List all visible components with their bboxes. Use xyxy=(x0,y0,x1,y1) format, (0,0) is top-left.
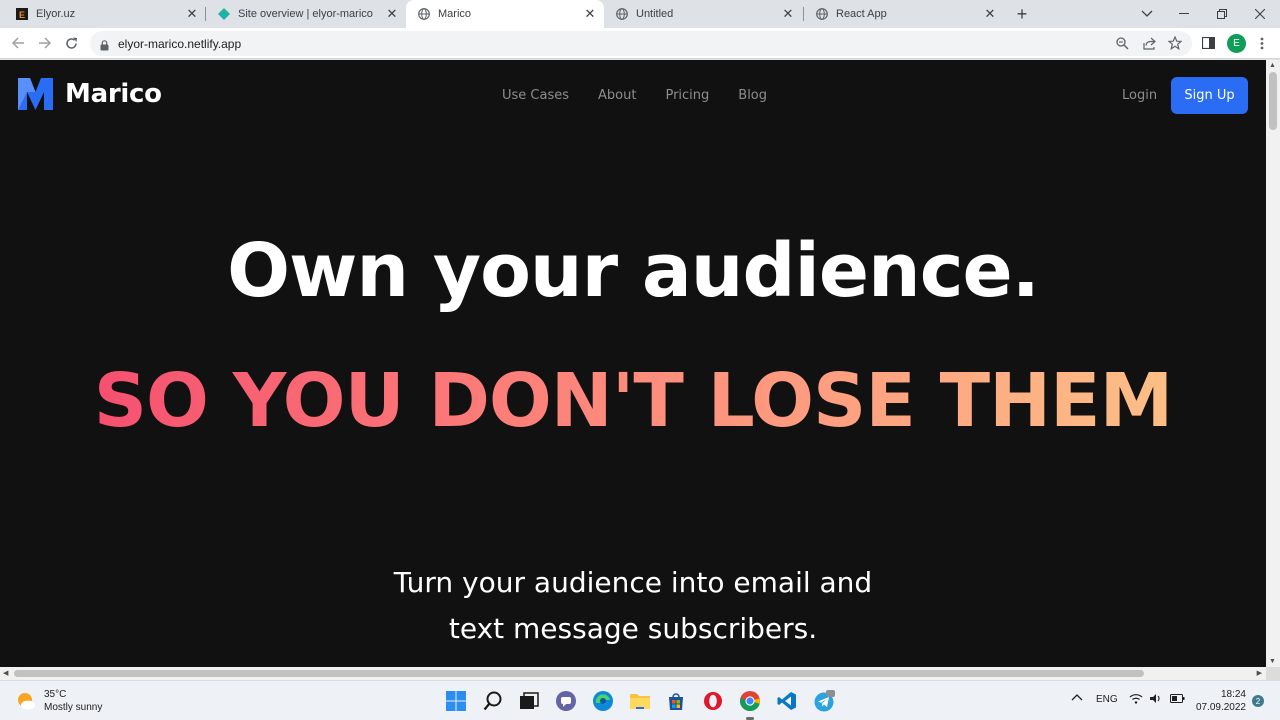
scroll-down-arrow-icon[interactable]: ▼ xyxy=(1269,658,1276,665)
hero-headline: Own your audience. xyxy=(227,228,1040,314)
tab-title: Elyor.uz xyxy=(36,8,76,20)
nav-link-use-cases[interactable]: Use Cases xyxy=(502,88,569,103)
scroll-left-arrow-icon[interactable]: ◀ xyxy=(3,669,8,677)
minimize-icon[interactable] xyxy=(1164,0,1204,28)
nav-link-blog[interactable]: Blog xyxy=(738,88,767,103)
sun-cloud-icon xyxy=(18,693,35,710)
input-language-indicator[interactable]: ENG xyxy=(1096,694,1118,705)
globe-icon xyxy=(418,8,430,20)
close-tab-icon[interactable]: ✕ xyxy=(384,6,400,22)
netlify-diamond-icon xyxy=(218,8,230,20)
show-hidden-icons-chevron-icon[interactable] xyxy=(1071,693,1083,704)
wifi-icon[interactable] xyxy=(1129,693,1143,707)
clock-time: 18:24 xyxy=(1220,689,1246,700)
svg-text:E: E xyxy=(19,10,25,20)
lock-icon[interactable] xyxy=(100,38,109,56)
teams-chat-icon[interactable] xyxy=(554,689,578,713)
zoom-icon[interactable] xyxy=(1113,34,1131,52)
side-panel-icon[interactable] xyxy=(1199,34,1217,52)
address-bar[interactable]: elyor-marico.netlify.app xyxy=(90,31,1192,56)
search-icon[interactable] xyxy=(481,689,505,713)
vertical-scroll-thumb[interactable] xyxy=(1269,72,1277,130)
battery-icon[interactable] xyxy=(1170,694,1185,706)
url-text: elyor-marico.netlify.app xyxy=(118,37,242,51)
hero-subheadline-text: SO YOU DON'T LOSE THEM xyxy=(93,358,1173,444)
scrollbar-corner xyxy=(1266,667,1280,680)
new-tab-button[interactable]: + xyxy=(1012,4,1032,24)
opera-browser-icon[interactable] xyxy=(701,689,725,713)
close-tab-icon[interactable]: ✕ xyxy=(582,6,598,22)
horizontal-scroll-thumb[interactable] xyxy=(14,670,1144,677)
weather-widget[interactable]: 35°C Mostly sunny xyxy=(16,688,102,714)
tab-site-overview[interactable]: Site overview | elyor-marico ✕ xyxy=(206,0,406,28)
globe-icon xyxy=(616,8,628,20)
globe-icon xyxy=(816,8,828,20)
profile-avatar[interactable]: E xyxy=(1227,34,1246,53)
tab-marico[interactable]: Marico ✕ xyxy=(406,0,604,28)
close-window-icon[interactable] xyxy=(1240,0,1280,28)
browser-toolbar: elyor-marico.netlify.app E xyxy=(0,28,1280,59)
close-tab-icon[interactable]: ✕ xyxy=(780,6,796,22)
hero-subheadline: SO YOU DON'T LOSE THEM xyxy=(0,358,1266,444)
close-tab-icon[interactable]: ✕ xyxy=(184,6,200,22)
nav-link-about[interactable]: About xyxy=(598,88,636,103)
back-arrow-icon[interactable] xyxy=(7,32,29,54)
tab-strip: E Elyor.uz ✕ Site overview | elyor-maric… xyxy=(0,0,1280,28)
horizontal-scrollbar[interactable]: ◀ ▶ xyxy=(0,667,1266,680)
brand-logo-link[interactable]: Marico xyxy=(18,78,162,110)
kebab-menu-icon[interactable] xyxy=(1253,34,1271,52)
brand-name: Marico xyxy=(65,79,162,109)
file-explorer-icon[interactable] xyxy=(628,689,652,713)
clock-date: 07.09.2022 xyxy=(1195,702,1246,713)
weather-temperature: 35°C xyxy=(44,689,67,700)
reload-icon[interactable] xyxy=(60,32,82,54)
tab-react-app[interactable]: React App ✕ xyxy=(804,0,1004,28)
system-clock[interactable]: 18:24 07.09.2022 xyxy=(1192,688,1246,714)
main-nav: Use Cases About Pricing Blog xyxy=(502,88,796,103)
tab-search-chevron-icon[interactable] xyxy=(1127,0,1167,28)
windows-taskbar: 35°C Mostly sunny ENG 18:24 07.09.2022 2 xyxy=(0,680,1280,720)
edge-browser-icon[interactable] xyxy=(591,689,615,713)
vscode-icon[interactable] xyxy=(775,689,799,713)
vertical-scrollbar[interactable]: ▲ ▼ xyxy=(1266,60,1280,667)
tab-elyor[interactable]: E Elyor.uz ✕ xyxy=(4,0,206,28)
login-link[interactable]: Login xyxy=(1122,88,1157,103)
scroll-up-arrow-icon[interactable]: ▲ xyxy=(1269,62,1276,69)
bookmark-star-icon[interactable] xyxy=(1166,34,1184,52)
microsoft-store-icon[interactable] xyxy=(664,689,688,713)
telegram-icon[interactable] xyxy=(812,689,836,713)
task-view-icon[interactable] xyxy=(517,689,541,713)
restore-icon[interactable] xyxy=(1202,0,1242,28)
tab-title: Untitled xyxy=(636,8,674,20)
nav-link-pricing[interactable]: Pricing xyxy=(665,88,709,103)
marico-logo-icon xyxy=(18,78,53,110)
tab-title: React App xyxy=(836,8,887,20)
tab-title: Marico xyxy=(438,8,472,20)
page-viewport: Marico Use Cases About Pricing Blog Logi… xyxy=(0,60,1266,667)
scroll-right-arrow-icon[interactable]: ▶ xyxy=(1257,669,1262,677)
signup-button[interactable]: Sign Up xyxy=(1171,77,1248,114)
forward-arrow-icon[interactable] xyxy=(33,32,55,54)
tab-untitled[interactable]: Untitled ✕ xyxy=(604,0,802,28)
chrome-browser-icon[interactable] xyxy=(738,689,762,720)
tab-title: Site overview | elyor-marico xyxy=(238,8,373,20)
notification-count-badge[interactable]: 2 xyxy=(1252,695,1264,707)
windows-start-icon[interactable] xyxy=(444,689,468,713)
hero-description-line-2: text message subscribers. xyxy=(448,612,818,645)
share-icon[interactable] xyxy=(1140,34,1158,52)
weather-description: Mostly sunny xyxy=(44,702,103,713)
hero-description: Turn your audience into email and text m… xyxy=(0,560,1266,652)
close-tab-icon[interactable]: ✕ xyxy=(982,6,998,22)
volume-icon[interactable] xyxy=(1149,693,1163,707)
elyor-e-icon: E xyxy=(16,8,28,20)
hero-description-line-1: Turn your audience into email and xyxy=(393,566,873,599)
